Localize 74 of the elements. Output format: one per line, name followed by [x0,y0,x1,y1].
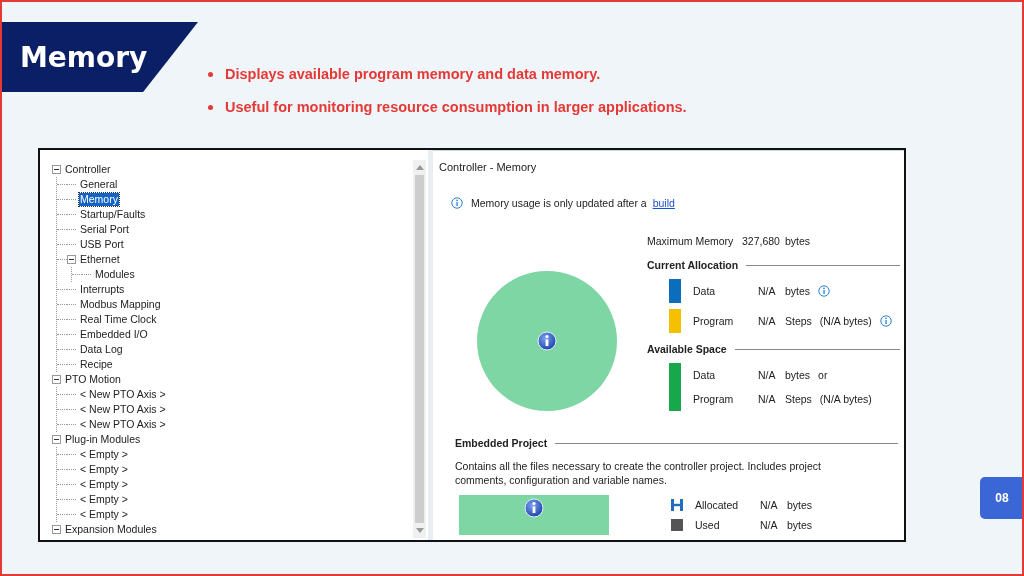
row-label: Program [693,315,735,327]
tree-item[interactable]: Serial Port [79,223,131,236]
build-link[interactable]: build [652,197,675,209]
row-note: (N/A bytes) [819,315,872,327]
tree-item[interactable]: Ethernet [79,253,121,266]
unit-text: bytes [785,369,811,381]
tree-item[interactable]: < Empty > [79,448,129,461]
unit-text: bytes [787,499,813,511]
tree-item[interactable]: Modbus Mapping [79,298,162,311]
row-note: (N/A bytes) [819,393,872,405]
tree-item[interactable]: PTO Motion [64,373,122,386]
collapse-icon[interactable] [52,435,61,444]
page-number: 08 [980,477,1022,519]
bullet-dot [208,71,213,77]
row-value: N/A [758,285,777,297]
section-heading: Current Allocation [647,259,739,271]
tree-item[interactable]: < Empty > [79,463,129,476]
collapse-icon[interactable] [52,375,61,384]
unit-text: bytes [785,235,811,247]
row-label: Used [695,519,721,531]
pane-title: Controller - Memory [439,161,538,175]
field-value: 327,680 [742,235,781,247]
row-value: N/A [760,499,779,511]
row-value: N/A [758,393,777,405]
tree-item[interactable]: Startup/Faults [79,208,147,221]
tree-item[interactable]: Plug-in Modules [64,433,142,446]
tree-item[interactable]: < New PTO Axis > [79,403,167,416]
row-label: Program [693,393,735,405]
row-note: or [818,369,828,381]
square-icon [671,519,683,531]
tree-item[interactable]: Embedded I/O [79,328,149,341]
description-text: Contains all the files necessary to create the controller project. Includes project comments, configuration and variable names. [455,459,822,487]
scrollbar-thumb[interactable] [415,175,424,523]
scrollbar[interactable] [413,160,426,538]
collapse-icon[interactable] [52,525,61,534]
info-icon [537,331,557,351]
slide-title: Memory [20,40,148,74]
tree-item[interactable]: < New PTO Axis > [79,418,167,431]
unit-text: Steps [785,315,812,327]
collapse-icon[interactable] [67,255,76,264]
field-label: Maximum Memory [647,235,735,247]
tree-item[interactable]: General [79,178,119,191]
tree-item[interactable]: Data Log [79,343,124,356]
info-icon [524,498,544,518]
row-label: Data [693,285,717,297]
tree-item[interactable]: Recipe [79,358,114,371]
bullet-text: Useful for monitoring resource consumption in larger applications. [225,99,687,115]
info-icon [451,197,463,209]
tree-item[interactable]: < Empty > [79,508,129,521]
collapse-icon[interactable] [52,165,61,174]
tree-item[interactable]: < Empty > [79,478,129,491]
row-value: N/A [760,519,779,531]
row-value: N/A [758,369,777,381]
unit-text: Steps [785,393,812,405]
tree-item[interactable]: Expansion Modules [64,523,158,536]
tree-item[interactable]: Modules [94,268,136,281]
section-heading: Embedded Project [455,437,548,449]
tree-item[interactable]: Interrupts [79,283,126,296]
tree-item[interactable]: < Empty > [79,493,129,506]
tree-item[interactable]: < New PTO Axis > [79,388,167,401]
tree-item[interactable]: Real Time Clock [79,313,158,326]
tree-item[interactable]: Memory [79,193,119,206]
row-value: N/A [758,315,777,327]
unit-text: bytes [787,519,813,531]
row-label: Data [693,369,717,381]
tree-item[interactable]: USB Port [79,238,125,251]
bullet-dot [208,104,213,110]
unit-text: bytes [785,285,811,297]
notice-text: Memory usage is only updated after a [471,197,647,209]
section-heading: Available Space [647,343,727,355]
row-label: Allocated [695,499,740,511]
tree-item[interactable]: Controller [64,163,112,176]
h-shape-icon [671,499,683,511]
bullet-text: Displays available program memory and data memory. [225,66,601,82]
